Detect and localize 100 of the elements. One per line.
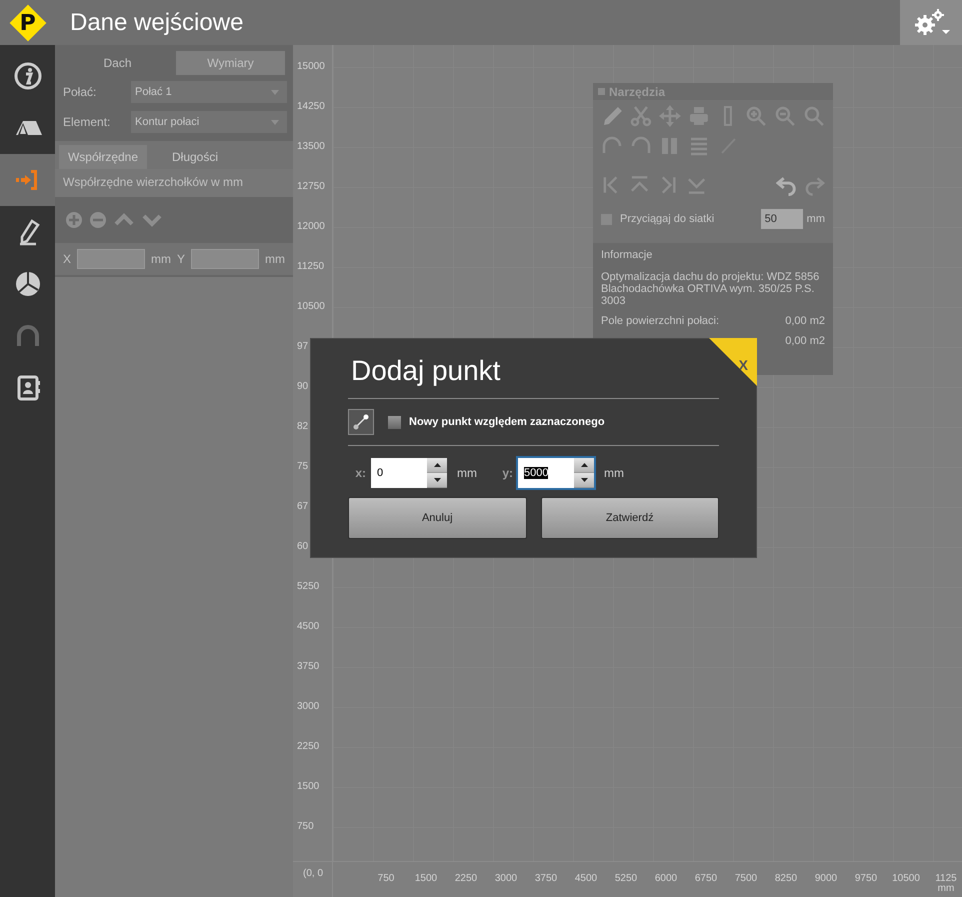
unit-label: mm <box>938 884 954 893</box>
ruler-label: 8250 <box>774 873 798 884</box>
dialog-title: Dodaj punkt <box>350 354 502 388</box>
down-arrow-icon <box>580 478 588 482</box>
ruler-label: 14250 <box>296 101 326 114</box>
down-arrow-icon <box>434 478 440 482</box>
field-label: Y <box>177 252 186 266</box>
spin-down-button[interactable] <box>574 473 594 488</box>
dialog-button[interactable]: Zatwierdź <box>540 497 719 539</box>
unit-label: mm <box>265 252 285 266</box>
ruler-label: 13500 <box>296 141 326 154</box>
dropdown[interactable]: Kontur połaci <box>131 111 287 133</box>
move-icon[interactable] <box>658 105 681 127</box>
checkbox[interactable] <box>388 416 401 428</box>
search-icon[interactable] <box>803 105 825 127</box>
ruler-label: 15000 <box>296 61 326 74</box>
ruler-label: 60 <box>296 541 310 554</box>
ruler-label: 750 <box>296 821 315 834</box>
ruler-label: 10500 <box>892 873 920 884</box>
ruler-label: 12000 <box>296 221 326 234</box>
checkbox-label: Nowy punkt względem zaznaczonego <box>409 416 605 428</box>
pie-chart-icon <box>14 270 42 298</box>
ruler-label: 67 <box>296 501 310 514</box>
ruler-label: 1500 <box>296 781 320 794</box>
ruler-label: 75 <box>296 461 310 474</box>
ruler-label: 4500 <box>296 621 320 634</box>
unit-label: mm <box>151 252 171 266</box>
remove-icon[interactable] <box>89 211 107 229</box>
caret-icon <box>271 120 279 124</box>
ruler-label: 750 <box>378 873 394 884</box>
dialog-button[interactable]: Anuluj <box>348 497 526 539</box>
scissors-icon[interactable] <box>630 105 652 127</box>
ruler-label: 97 <box>296 341 310 354</box>
add-icon[interactable] <box>65 211 83 229</box>
ruler-label: 5250 <box>614 873 638 884</box>
number-field[interactable] <box>191 249 259 269</box>
dropdown-value: Kontur połaci <box>135 116 200 128</box>
field-label: Element: <box>63 115 112 129</box>
ruler-label: 2250 <box>454 873 478 884</box>
ruler-label: 6750 <box>694 873 718 884</box>
page-title: Dane wejściowe <box>70 8 244 36</box>
info-text: Blachodachówka ORTIVA wym. 350/25 P.S. 3003 <box>601 283 816 307</box>
checkbox-label: Przyciągaj do siatki <box>620 213 714 225</box>
zoom-in-icon[interactable] <box>745 105 768 127</box>
undo-icon[interactable] <box>776 174 797 196</box>
dropdown[interactable]: Połać 1 <box>131 81 287 103</box>
ruler-label: 9750 <box>854 873 878 884</box>
ruler-label: 6000 <box>654 873 678 884</box>
ruler-label: 3000 <box>494 873 518 884</box>
ruler-label: 1500 <box>414 873 438 884</box>
ruler-label: 2250 <box>296 741 320 754</box>
info-text: Optymalizacja dachu do projektu: WDZ 5856 <box>601 271 820 283</box>
lines-icon[interactable] <box>688 135 710 157</box>
ruler-label: 3000 <box>296 701 320 714</box>
line-icon <box>352 413 370 431</box>
zoom-out-icon[interactable] <box>774 105 796 127</box>
number-field[interactable] <box>77 249 145 269</box>
ruler-label: 4500 <box>574 873 598 884</box>
ruler-label: 7500 <box>734 873 758 884</box>
info-icon <box>14 62 42 90</box>
printer-icon[interactable] <box>688 105 710 127</box>
unit-label: mm <box>604 466 624 480</box>
up-arrow-icon <box>434 463 440 467</box>
close-button[interactable]: X <box>709 338 757 386</box>
number-field[interactable]: 50 <box>760 209 803 229</box>
tab[interactable]: Dach <box>63 51 172 75</box>
ruler-label: 11250 <box>296 261 326 274</box>
pencil-icon[interactable] <box>601 105 623 127</box>
field-label: X <box>63 252 72 266</box>
spin-down-button[interactable] <box>427 473 447 488</box>
up-arrow-icon <box>580 463 588 467</box>
ruler-label: 9000 <box>814 873 838 884</box>
field-label: Połać: <box>63 85 98 99</box>
logo: P <box>9 4 46 41</box>
origin-label: (0, 0 <box>293 862 333 897</box>
tab[interactable]: Długości <box>151 145 239 169</box>
unit-label: mm <box>457 466 477 480</box>
info-value: 0,00 m2 <box>785 335 825 347</box>
field-label: x: <box>354 466 366 480</box>
caret-icon <box>271 90 279 94</box>
ruler-label: 3750 <box>296 661 320 674</box>
ruler-label: 5250 <box>296 581 320 594</box>
line-tool-button[interactable] <box>348 409 374 435</box>
settings-button[interactable] <box>900 0 962 45</box>
field-value: 50 <box>764 213 777 225</box>
section-title: Współrzędne wierzchołków w mm <box>63 175 244 189</box>
spin-up-button[interactable] <box>574 458 594 473</box>
spin-up-button[interactable] <box>427 458 447 473</box>
info-label: Pole powierzchni połaci: <box>601 315 720 327</box>
spin-field[interactable]: 5000 <box>516 456 596 490</box>
ruler-label: 12750 <box>296 181 326 194</box>
ruler-label: 10500 <box>296 301 326 314</box>
tab[interactable]: Współrzędne <box>59 145 147 169</box>
section-title: Informacje <box>601 249 654 261</box>
info-value: 0,00 m2 <box>785 315 825 327</box>
ruler-label: 1125 <box>935 873 957 884</box>
ruler-label: 90 <box>296 381 310 394</box>
dropdown-value: Połać 1 <box>135 86 172 98</box>
unit-label: mm <box>806 213 825 225</box>
ruler-label: 3750 <box>534 873 558 884</box>
